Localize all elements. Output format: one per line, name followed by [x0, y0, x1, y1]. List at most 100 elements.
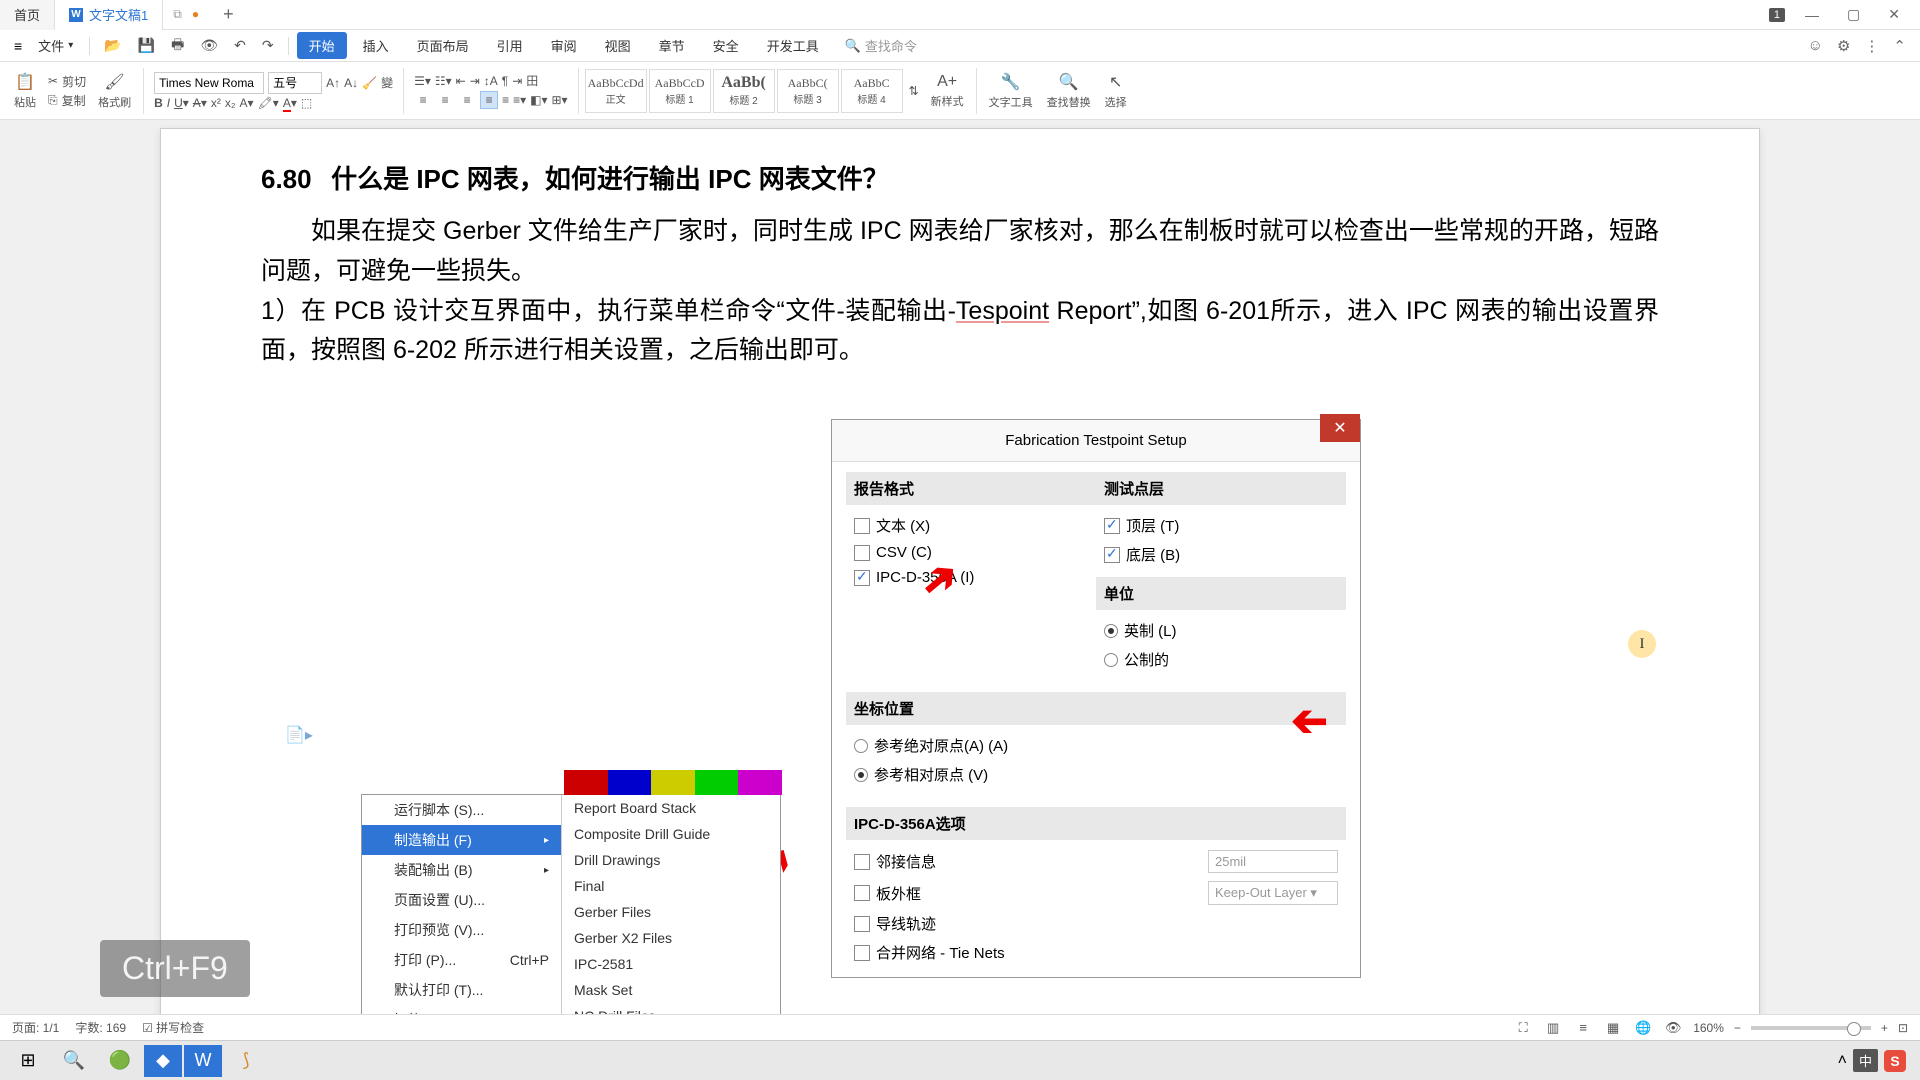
save-icon[interactable]: 💾 — [132, 34, 161, 57]
submenu-item[interactable]: IPC-2581 — [562, 951, 780, 977]
paragraph-mark-button[interactable]: ¶ — [502, 74, 508, 88]
indent-dec-button[interactable]: ⇤ — [456, 74, 466, 88]
submenu-item[interactable]: 页面设置 (U)... — [362, 885, 561, 915]
submenu-item[interactable]: 打印预览 (V)... — [362, 915, 561, 945]
eye-icon[interactable]: 👁 — [1663, 1018, 1683, 1038]
style-h2[interactable]: AaBb(标题 2 — [713, 69, 775, 113]
checkbox-traces[interactable]: 导线轨迹 — [846, 909, 1346, 938]
new-style-button[interactable]: A+ 新样式 — [925, 62, 970, 119]
zoom-in-icon[interactable]: + — [1881, 1021, 1888, 1035]
font-name-select[interactable] — [154, 72, 264, 94]
status-words[interactable]: 字数: 169 — [75, 1019, 126, 1036]
app-icon-1[interactable]: ◆ — [144, 1045, 182, 1077]
tab-review[interactable]: 审阅 — [539, 32, 589, 59]
dialog-close-button[interactable]: ✕ — [1320, 414, 1360, 442]
status-page[interactable]: 页面: 1/1 — [12, 1019, 59, 1036]
align-left-button[interactable]: ≡ — [414, 91, 432, 109]
tab-add[interactable]: + — [209, 4, 248, 25]
strike-button[interactable]: A▾ — [193, 96, 207, 110]
radio-imperial[interactable]: 英制 (L) — [1096, 616, 1346, 645]
tab-chapter[interactable]: 章节 — [647, 32, 697, 59]
tab-reference[interactable]: 引用 — [485, 32, 535, 59]
tab-start[interactable]: 开始 — [297, 32, 347, 59]
char-shading-button[interactable]: 田 — [526, 72, 538, 89]
open-icon[interactable]: 📂 — [98, 34, 127, 57]
style-gallery[interactable]: AaBbCcDd正文 AaBbCcD标题 1 AaBb(标题 2 AaBbC(标… — [585, 68, 923, 114]
undo-icon[interactable]: ↶ — [228, 34, 252, 57]
submenu-item[interactable]: Composite Drill Guide — [562, 821, 780, 847]
ime-indicator[interactable]: 中 — [1853, 1049, 1878, 1072]
menu-burger-icon[interactable]: ≡ — [14, 38, 22, 54]
tab-pagelayout[interactable]: 页面布局 — [405, 32, 481, 59]
outline-layer-select[interactable]: Keep-Out Layer ▾ — [1208, 881, 1338, 905]
document-area[interactable]: 6.80 什么是 IPC 网表，如何进行输出 IPC 网表文件？ 如果在提交 G… — [0, 120, 1920, 1050]
submenu-item[interactable]: 装配输出 (B) — [362, 855, 561, 885]
tab-detach-icon[interactable]: ⧉ — [173, 7, 182, 22]
search-button[interactable]: 🔍 — [52, 1042, 96, 1080]
close-button[interactable]: ✕ — [1880, 2, 1908, 27]
align-justify-button[interactable]: ≡ — [480, 91, 498, 109]
adjacency-value[interactable]: 25mil — [1208, 850, 1338, 873]
superscript-button[interactable]: x² — [211, 96, 221, 110]
tab-devtools[interactable]: 开发工具 — [755, 32, 831, 59]
align-distribute-button[interactable]: ≡ — [502, 93, 509, 107]
notification-badge[interactable]: 1 — [1769, 8, 1785, 22]
view-print-icon[interactable]: ▥ — [1543, 1018, 1563, 1038]
shading-button[interactable]: ◧▾ — [530, 93, 547, 107]
checkbox-merge-nets[interactable]: 合并网络 - Tie Nets — [846, 938, 1346, 967]
phonetic-icon[interactable]: 變 — [381, 74, 393, 91]
align-center-button[interactable]: ≡ — [436, 91, 454, 109]
submenu-item[interactable]: Report Board Stack — [562, 795, 780, 821]
clear-format-icon[interactable]: 🧹 — [362, 76, 377, 90]
tab-insert[interactable]: 插入 — [351, 32, 401, 59]
submenu-item[interactable]: Mask Set — [562, 977, 780, 1003]
submenu-item[interactable]: Final — [562, 873, 780, 899]
submenu-item[interactable]: 默认打印 (T)... — [362, 975, 561, 1005]
tab-home[interactable]: 首页 — [0, 0, 55, 30]
cut-button[interactable]: ✂剪切 — [48, 73, 86, 90]
settings-icon[interactable]: ⚙ — [1837, 37, 1850, 55]
fullscreen-icon[interactable]: ⛶ — [1513, 1018, 1533, 1038]
app-icon-2[interactable]: ⟆ — [224, 1042, 268, 1080]
submenu-item[interactable]: Drill Drawings — [562, 847, 780, 873]
highlight-button[interactable]: 🖍▾ — [258, 96, 279, 110]
char-border-button[interactable]: ⬚ — [301, 96, 312, 110]
fit-page-icon[interactable]: ⊡ — [1898, 1021, 1908, 1035]
style-h3[interactable]: AaBbC(标题 3 — [777, 69, 839, 113]
text-effect-button[interactable]: A▾ — [240, 96, 254, 110]
bold-button[interactable]: B — [154, 96, 163, 110]
style-gallery-more-icon[interactable]: ⇅ — [905, 84, 923, 98]
style-normal[interactable]: AaBbCcDd正文 — [585, 69, 647, 113]
radio-abs-origin[interactable]: 参考绝对原点(A) (A) — [846, 731, 1346, 760]
view-web-icon[interactable]: ▦ — [1603, 1018, 1623, 1038]
font-color-button[interactable]: A▾ — [283, 96, 297, 110]
subscript-button[interactable]: x₂ — [225, 96, 236, 110]
wps-icon[interactable]: W — [184, 1045, 222, 1077]
font-size-select[interactable] — [268, 72, 322, 94]
checkbox-bottom[interactable]: 底层 (B) — [1096, 540, 1346, 569]
align-right-button[interactable]: ≡ — [458, 91, 476, 109]
feedback-icon[interactable]: ☺ — [1808, 37, 1823, 55]
bullets-button[interactable]: ☰▾ — [414, 74, 431, 88]
zoom-level[interactable]: 160% — [1693, 1021, 1724, 1035]
radio-metric[interactable]: 公制的 — [1096, 645, 1346, 674]
checkbox-top[interactable]: 顶层 (T) — [1096, 511, 1346, 540]
format-painter-button[interactable]: 🖌 格式刷 — [92, 62, 137, 119]
tab-security[interactable]: 安全 — [701, 32, 751, 59]
tab-document[interactable]: W 文字文稿1 — [55, 0, 163, 30]
checkbox-text[interactable]: 文本 (X) — [846, 511, 1096, 540]
outline-margin-icon[interactable]: 📄▸ — [285, 725, 313, 745]
text-tool-button[interactable]: 🔧 文字工具 — [983, 62, 1039, 119]
sogou-ime-icon[interactable]: S — [1884, 1050, 1906, 1072]
tab-view[interactable]: 视图 — [593, 32, 643, 59]
copy-button[interactable]: ⎘复制 — [48, 92, 86, 109]
view-outline-icon[interactable]: ≡ — [1573, 1018, 1593, 1038]
print-preview-icon[interactable]: 👁 — [194, 34, 224, 57]
tray-up-icon[interactable]: ˄ — [1838, 1052, 1847, 1070]
sort-button[interactable]: ↕A — [484, 74, 498, 88]
select-button[interactable]: ↖ 选择 — [1099, 62, 1133, 119]
paste-group[interactable]: 📋 粘贴 — [8, 62, 42, 119]
indent-inc-button[interactable]: ⇥ — [470, 74, 480, 88]
style-h1[interactable]: AaBbCcD标题 1 — [649, 69, 711, 113]
checkbox-board-outline[interactable]: 板外框Keep-Out Layer ▾ — [846, 877, 1346, 909]
